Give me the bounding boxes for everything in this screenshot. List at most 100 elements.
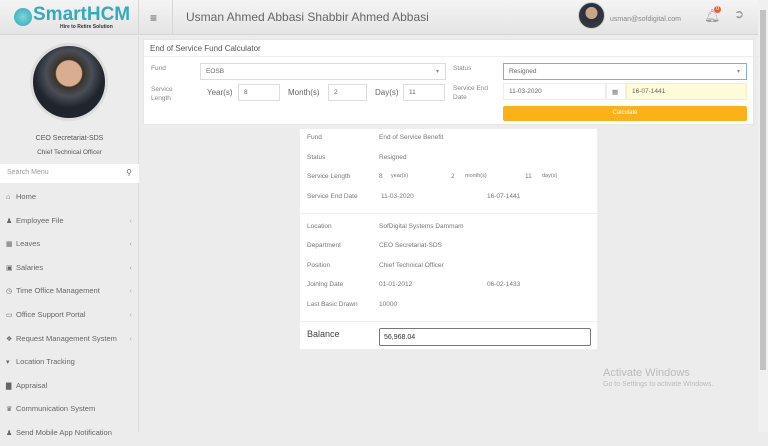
result-days-unit: day(s) <box>542 173 558 179</box>
sidebar-item-label: Leaves <box>16 239 41 249</box>
chevron-left-icon: ‹ <box>129 262 133 272</box>
money-icon: ▣ <box>6 264 13 272</box>
fund-value: EOSB <box>206 68 225 75</box>
sidebar: CEO Secretariat-SDS Chief Technical Offi… <box>0 36 139 437</box>
fund-select[interactable]: EOSB <box>200 63 446 80</box>
sidebar-item-label: Office Support Portal <box>16 309 86 319</box>
result-months-unit: month(s) <box>465 173 487 179</box>
chart-icon: ▇ <box>6 382 12 390</box>
user-icon: ♟ <box>6 217 13 225</box>
result-joining-label: Joining Date <box>307 281 344 288</box>
logo[interactable]: SmartHCM Hire to Retire Solution <box>0 0 139 35</box>
result-fund-label: Fund <box>307 134 322 141</box>
sidebar-item-appraisal[interactable]: ▇ Appraisal <box>0 375 139 399</box>
sidebar-item-office-support-portal[interactable]: ▭ Office Support Portal ‹ <box>0 304 139 328</box>
result-location: SofDigital Systems Dammam <box>379 223 464 230</box>
divider <box>300 213 599 214</box>
scrollbar-thumb[interactable] <box>760 10 766 370</box>
result-position: Chief Technical Officer <box>379 262 444 269</box>
result-location-label: Location <box>307 223 332 230</box>
status-label: Status <box>453 65 472 72</box>
sidebar-item-time-office-management[interactable]: ◷ Time Office Management ‹ <box>0 280 139 304</box>
sidebar-item-label: Request Management System <box>16 333 117 343</box>
watermark-title: Activate Windows <box>603 367 690 379</box>
result-years: 8 <box>379 173 383 180</box>
result-end-label: Service End Date <box>307 193 358 200</box>
result-days: 11 <box>525 173 532 180</box>
notification-badge: 0 <box>714 6 721 13</box>
sidebar-item-leaves[interactable]: ▦ Leaves ‹ <box>0 233 139 257</box>
result-end-hijri: 16-07-1441 <box>487 193 521 200</box>
days-input[interactable]: 11 <box>403 84 445 101</box>
balance-field[interactable]: 56,968.04 <box>379 328 591 346</box>
profile-department: CEO Secretariat-SDS <box>35 135 104 142</box>
months-label: Month(s) <box>288 88 320 97</box>
logout-icon[interactable]: ➲ <box>734 7 744 21</box>
result-length-label: Service Length <box>307 173 351 180</box>
result-department-label: Department <box>307 242 341 249</box>
balance-label: Balance <box>307 329 340 339</box>
sidebar-item-location-tracking[interactable]: ▾ Location Tracking <box>0 351 139 375</box>
sidebar-item-label: Send Mobile App Notification <box>16 427 112 437</box>
sidebar-item-label: Communication System <box>16 404 96 414</box>
user-email[interactable]: usman@sofdigital.com <box>610 16 681 23</box>
sidebar-item-label: Appraisal <box>16 380 48 390</box>
search-icon[interactable]: ⚲ <box>126 168 132 177</box>
service-end-date-label: Service End Date <box>453 85 489 101</box>
end-date-hijri-input[interactable]: 16-07-1441 <box>626 83 747 100</box>
profile-position: Chief Technical Officer <box>37 149 102 156</box>
mobile-icon: ♟ <box>6 429 13 437</box>
status-select[interactable]: Resigned <box>503 63 747 80</box>
watermark-subtitle: Go to Settings to activate Windows. <box>603 381 714 388</box>
months-input[interactable]: 2 <box>328 84 367 101</box>
search-menu-input[interactable]: Search Menu ⚲ <box>0 164 139 183</box>
support-icon: ▭ <box>6 311 13 319</box>
sidebar-item-send-mobile-app-notification[interactable]: ♟ Send Mobile App Notification <box>0 422 139 446</box>
result-position-label: Position <box>307 262 331 269</box>
years-label: Year(s) <box>207 88 233 97</box>
chevron-left-icon: ‹ <box>129 215 133 225</box>
sidebar-item-salaries[interactable]: ▣ Salaries ‹ <box>0 257 139 281</box>
result-status-label: Status <box>307 154 326 161</box>
user-avatar[interactable] <box>578 2 605 29</box>
years-input[interactable]: 8 <box>238 84 280 101</box>
sidebar-item-label: Location Tracking <box>16 357 75 367</box>
chevron-left-icon: ‹ <box>129 309 133 319</box>
profile-avatar <box>30 43 108 121</box>
top-bar: SmartHCM Hire to Retire Solution ≡ Usman… <box>0 0 758 35</box>
fund-label: Fund <box>151 65 166 72</box>
scrollbar[interactable] <box>758 0 768 432</box>
sidebar-menu: ⌂ Home ♟ Employee File ‹ ▦ Leaves ‹ ▣ Salaries ‹ ◷ T… <box>0 186 139 446</box>
menu-toggle-icon[interactable]: ≡ <box>150 11 157 25</box>
user-name: Usman Ahmed Abbasi Shabbir Ahmed Abbasi <box>186 10 429 24</box>
home-icon: ⌂ <box>6 194 11 201</box>
result-joining-hijri: 06-02-1433 <box>487 281 521 288</box>
sidebar-item-communication-system[interactable]: ♛ Communication System <box>0 398 139 422</box>
result-status: Resigned <box>379 154 407 161</box>
panel-title: End of Service Fund Calculator <box>144 40 753 57</box>
sidebar-item-home[interactable]: ⌂ Home <box>0 186 139 210</box>
result-joining: 01-01-2012 <box>379 281 413 288</box>
days-label: Day(s) <box>375 88 399 97</box>
request-icon: ❖ <box>6 335 13 343</box>
result-fund: End of Service Benefit <box>379 134 444 141</box>
sidebar-item-employee-file[interactable]: ♟ Employee File ‹ <box>0 210 139 234</box>
brand-name: SmartHCM <box>33 4 131 25</box>
chevron-left-icon: ‹ <box>129 286 133 296</box>
result-panel: Fund End of Service Benefit Status Resig… <box>299 128 599 350</box>
logo-globe-icon <box>14 8 32 26</box>
sidebar-item-label: Home <box>16 192 37 201</box>
sidebar-item-request-management-system[interactable]: ❖ Request Management System ‹ <box>0 328 139 352</box>
calendar-icon[interactable]: ▦ <box>606 83 626 100</box>
search-placeholder: Search Menu <box>7 169 49 176</box>
map-marker-icon: ▾ <box>6 359 10 367</box>
sidebar-item-label: Salaries <box>16 262 44 272</box>
result-basic-label: Last Basic Drawn <box>307 301 358 308</box>
result-months: 2 <box>451 173 455 180</box>
clock-icon: ◷ <box>6 288 13 296</box>
users-icon: ♛ <box>6 406 13 414</box>
chevron-left-icon: ‹ <box>129 239 133 249</box>
calculate-button[interactable]: Calculate <box>503 106 747 121</box>
result-basic: 10000 <box>379 301 398 308</box>
end-date-input[interactable]: 11-03-2020 <box>503 83 606 100</box>
